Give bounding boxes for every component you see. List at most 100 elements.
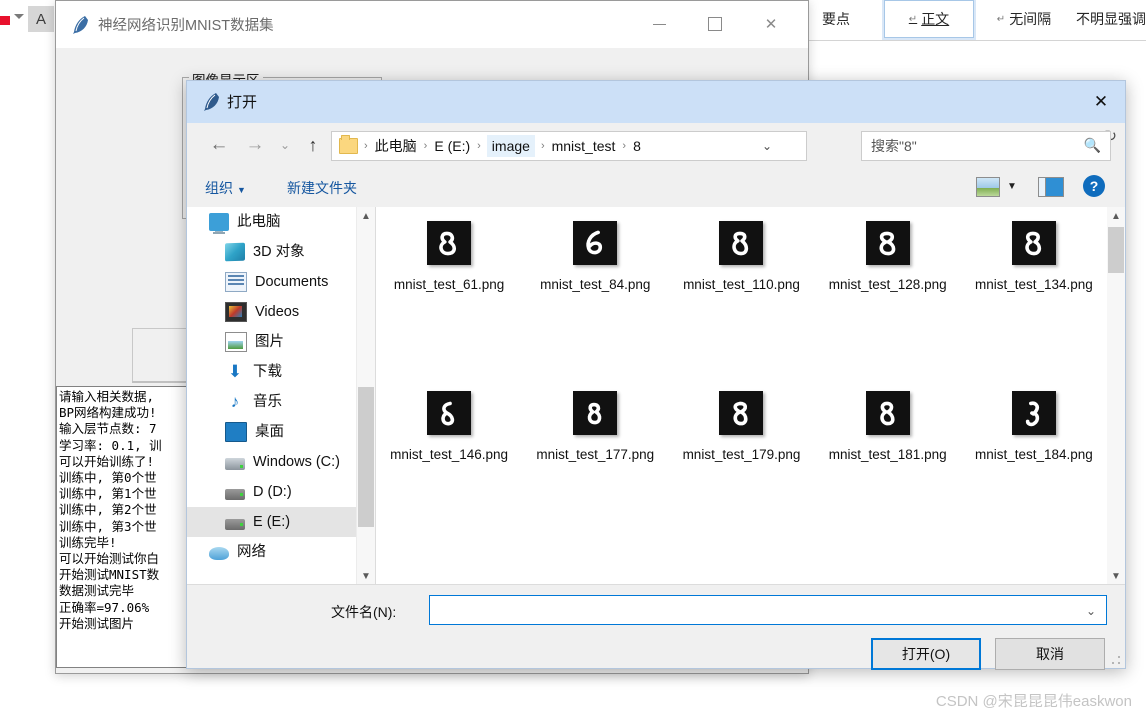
sidebar-item-network[interactable]: 网络 (187, 537, 375, 567)
sidebar-item-videos[interactable]: Videos (187, 297, 375, 327)
breadcrumb-item-3[interactable]: mnist_test (551, 138, 617, 154)
file-thumbnail (427, 221, 472, 265)
file-item[interactable]: mnist_test_179.png (668, 391, 814, 561)
close-button[interactable]: ✕ (748, 1, 794, 47)
paragraph-mark-icon: ↵ (996, 13, 1006, 25)
forward-button[interactable]: → (241, 131, 269, 159)
open-button[interactable]: 打开(O) (871, 638, 981, 670)
network-icon (209, 547, 229, 560)
scroll-up-icon[interactable]: ▲ (1107, 207, 1125, 225)
sidebar-item-downloads[interactable]: ⬇ 下载 (187, 357, 375, 387)
back-button[interactable]: ← (205, 131, 233, 159)
dialog-bottom-bar: 文件名(N): ⌄ 打开(O) 取消 (187, 584, 1125, 670)
sidebar-item-desktop[interactable]: 桌面 (187, 417, 375, 447)
up-one-level-button[interactable]: ↑ (299, 131, 327, 159)
ribbon-style-bumingxianqiangdiao[interactable]: 不明显强调 (1068, 0, 1146, 38)
chevron-down-icon[interactable]: ⌄ (1086, 604, 1096, 618)
feather-icon (204, 93, 219, 111)
help-icon[interactable]: ? (1083, 175, 1105, 197)
close-icon: ✕ (1093, 92, 1109, 111)
filename-label: 文件名(N): (331, 604, 397, 620)
preview-pane-icon[interactable] (1038, 177, 1064, 197)
file-item[interactable]: mnist_test_84.png (522, 221, 668, 391)
file-name: mnist_test_61.png (393, 277, 505, 292)
view-options-icon[interactable] (976, 177, 1000, 197)
arrow-right-icon: → (245, 134, 265, 155)
filename-input[interactable]: ⌄ (429, 595, 1107, 625)
log-output-box[interactable]: 请输入相关数据, BP网络构建成功! 输入层节点数: 7 学习率: 0.1, 训… (56, 386, 202, 668)
breadcrumb-item-1[interactable]: E (E:) (433, 138, 471, 154)
new-folder-button[interactable]: 新建文件夹 (287, 178, 357, 198)
paragraph-mark-icon: ↵ (908, 13, 918, 25)
file-item[interactable]: mnist_test_128.png (815, 221, 961, 391)
dialog-close-button[interactable]: ✕ (1077, 81, 1125, 123)
file-item[interactable]: mnist_test_177.png (522, 391, 668, 561)
breadcrumb-item-2[interactable]: image (486, 135, 535, 157)
computer-icon (209, 213, 229, 234)
organize-button[interactable]: 组织 ▼ (205, 178, 246, 198)
file-item[interactable]: mnist_test_146.png (376, 391, 522, 561)
app-title-bar: 神经网络识别MNIST数据集 ✕ (56, 1, 808, 49)
sidebar-item-pictures[interactable]: 图片 (187, 327, 375, 357)
cancel-button[interactable]: 取消 (995, 638, 1105, 670)
address-dropdown-icon[interactable]: ⌄ (762, 139, 772, 153)
ribbon-style-label: 不明显强调 (1076, 11, 1146, 27)
search-box[interactable]: 搜索"8" 🔍 (861, 131, 1111, 161)
sidebar-item-drive-e[interactable]: E (E:) (187, 507, 375, 537)
dialog-main-area: 此电脑 3D 对象 Documents Videos 图片 ⬇ 下载 ♪ 音乐 桌面… (187, 207, 1125, 585)
file-name: mnist_test_181.png (828, 447, 947, 462)
breadcrumb-item-4[interactable]: 8 (632, 138, 642, 154)
file-name: mnist_test_177.png (536, 447, 655, 462)
file-item[interactable]: mnist_test_181.png (815, 391, 961, 561)
file-name: mnist_test_146.png (390, 447, 509, 462)
search-placeholder: 搜索"8" (871, 138, 917, 154)
sidebar-item-3d-objects[interactable]: 3D 对象 (187, 237, 375, 267)
maximize-icon (708, 17, 722, 31)
ribbon-style-yaodian[interactable]: 要点 (800, 0, 872, 38)
navigation-pane-scrollbar[interactable]: ▲ ▼ (356, 207, 375, 585)
videos-icon (225, 302, 247, 322)
file-item[interactable]: mnist_test_134.png (961, 221, 1107, 391)
ribbon-underline (790, 40, 1146, 41)
scrollbar-thumb[interactable] (1108, 227, 1124, 273)
font-color-button[interactable]: A (28, 6, 54, 32)
watermark: CSDN @宋昆昆昆伟easkwon (935, 693, 1132, 710)
breadcrumb-separator: › (364, 140, 368, 152)
address-bar[interactable]: › 此电脑 › E (E:) › image › mnist_test › 8 … (331, 131, 807, 161)
file-grid: mnist_test_61.png mnist_test_84.png mnist_… (376, 207, 1107, 585)
scroll-down-icon[interactable]: ▼ (1107, 567, 1125, 585)
dialog-navigation-bar: ← → ⌄ ↑ › 此电脑 › E (E:) › image › mnist_t… (187, 123, 1125, 167)
ribbon-style-label: 正文 (921, 11, 950, 27)
file-item[interactable]: mnist_test_61.png (376, 221, 522, 391)
minimize-icon (652, 23, 666, 25)
recent-locations-button[interactable]: ⌄ (271, 131, 299, 159)
open-file-dialog: 打开 ✕ ← → ⌄ ↑ › 此电脑 › E (E:) › image › mn… (186, 80, 1126, 670)
file-name: mnist_test_110.png (683, 277, 800, 292)
ribbon-style-wujiange[interactable]: ↵ 无间隔 (982, 0, 1066, 38)
breadcrumb-separator: › (540, 140, 545, 152)
documents-icon (225, 272, 247, 292)
file-list-scrollbar[interactable]: ▲ ▼ (1107, 207, 1125, 585)
breadcrumb-separator: › (622, 140, 627, 152)
file-item[interactable]: mnist_test_110.png (668, 221, 814, 391)
breadcrumb-item-0[interactable]: 此电脑 (374, 136, 418, 156)
sidebar-item-documents[interactable]: Documents (187, 267, 375, 297)
sidebar-item-windows-c[interactable]: Windows (C:) (187, 447, 375, 477)
file-item[interactable]: mnist_test_184.png (961, 391, 1107, 561)
arrow-up-icon: ↑ (308, 134, 318, 155)
scroll-up-icon[interactable]: ▲ (357, 207, 375, 225)
scroll-down-icon[interactable]: ▼ (357, 567, 375, 585)
maximize-button[interactable] (692, 1, 738, 47)
sidebar-item-drive-d[interactable]: D (D:) (187, 477, 375, 507)
scrollbar-thumb[interactable] (358, 387, 374, 527)
minimize-button[interactable] (636, 1, 682, 47)
organize-label: 组织 (205, 180, 233, 196)
caret-down-icon[interactable]: ▼ (1007, 181, 1017, 192)
dialog-title-bar: 打开 ✕ (187, 81, 1125, 123)
sidebar-item-music[interactable]: ♪ 音乐 (187, 387, 375, 417)
sidebar-item-this-pc[interactable]: 此电脑 (187, 207, 375, 237)
ribbon-style-zhengwen[interactable]: ↵ 正文 (884, 0, 974, 38)
chevron-down-icon[interactable] (14, 14, 24, 19)
breadcrumb-separator: › (423, 140, 428, 152)
resize-grip[interactable] (1111, 655, 1121, 665)
